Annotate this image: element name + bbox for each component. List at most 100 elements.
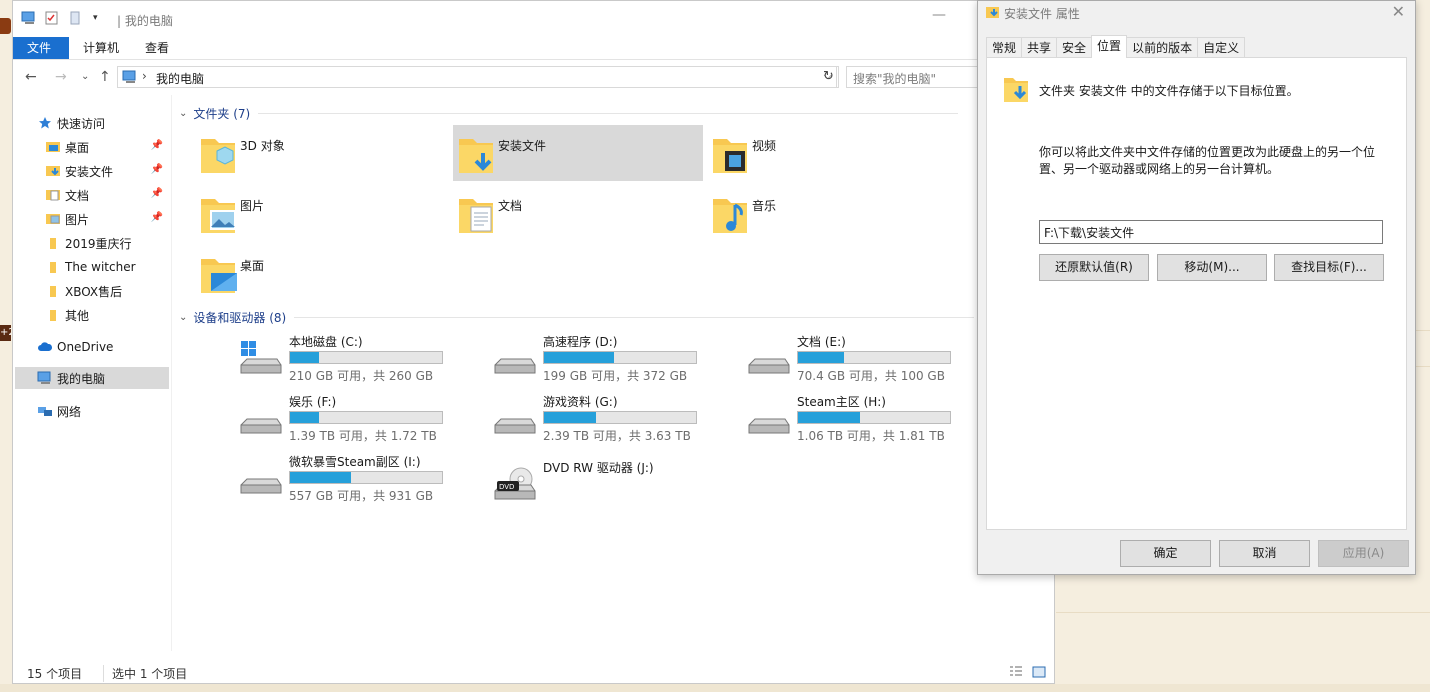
- drive-usage-bar: [797, 411, 951, 424]
- tab-security[interactable]: 安全: [1056, 37, 1093, 58]
- group-header-drives[interactable]: ⌄ 设备和驱动器 (8): [179, 309, 975, 326]
- sidebar-item-other[interactable]: 其他: [15, 304, 169, 326]
- drive-d[interactable]: 高速程序 (D:) 199 GB 可用，共 372 GB: [493, 333, 743, 393]
- drive-h[interactable]: Steam主区 (H:) 1.06 TB 可用，共 1.81 TB: [747, 393, 997, 453]
- group-header-folders[interactable]: ⌄ 文件夹 (7): [179, 105, 959, 122]
- drive-usage-bar: [289, 471, 443, 484]
- sidebar-item-documents[interactable]: 文档 📌: [15, 184, 169, 206]
- location-path-input[interactable]: F:\下载\安装文件: [1039, 220, 1383, 244]
- restore-default-button[interactable]: 还原默认值(R): [1039, 254, 1149, 281]
- recent-locations-icon[interactable]: ⌄: [81, 71, 89, 82]
- breadcrumb[interactable]: 我的电脑: [156, 70, 204, 87]
- sidebar-item-desktop[interactable]: 桌面 📌: [15, 136, 169, 158]
- tab-previous-versions[interactable]: 以前的版本: [1126, 37, 1199, 58]
- drive-usage-fill: [544, 412, 596, 423]
- sidebar-item-the-witcher[interactable]: The witcher: [15, 256, 169, 278]
- drive-g[interactable]: 游戏资料 (G:) 2.39 TB 可用，共 3.63 TB: [493, 393, 743, 453]
- ribbon: 文件 计算机 查看: [13, 37, 1054, 60]
- drive-j-dvd[interactable]: DVD DVD RW 驱动器 (J:): [493, 459, 743, 519]
- drive-c[interactable]: 本地磁盘 (C:) 210 GB 可用，共 260 GB: [239, 333, 489, 393]
- close-icon[interactable]: ✕: [1392, 2, 1405, 21]
- star-icon: [37, 115, 53, 131]
- folder-desktop[interactable]: 桌面: [195, 245, 445, 301]
- move-button[interactable]: 移动(M)...: [1157, 254, 1267, 281]
- title-bar[interactable]: ▾ | 我的电脑 —: [13, 1, 1054, 37]
- details-view-icon[interactable]: [1009, 665, 1023, 679]
- properties-icon[interactable]: [45, 11, 59, 25]
- drive-e[interactable]: 文档 (E:) 70.4 GB 可用，共 100 GB: [747, 333, 997, 393]
- download-folder-icon: [1003, 74, 1031, 107]
- folder-documents[interactable]: 文档: [453, 185, 703, 241]
- chevron-down-icon[interactable]: ⌄: [179, 312, 187, 323]
- folder-music[interactable]: 音乐: [707, 185, 957, 241]
- folder-3d-objects[interactable]: 3D 对象: [195, 125, 445, 181]
- apply-button[interactable]: 应用(A): [1318, 540, 1409, 567]
- drive-icon: [493, 341, 537, 384]
- 3d-objects-folder-icon: [199, 131, 239, 178]
- video-folder-icon: [711, 131, 751, 178]
- pc-icon: [122, 70, 138, 87]
- chevron-down-icon[interactable]: ⌄: [179, 108, 187, 119]
- file-explorer-window: ▾ | 我的电脑 — 文件 计算机 查看 ← → ⌄ ↑ › 我的电脑 ⌵ ↻ …: [12, 0, 1055, 684]
- ok-button[interactable]: 确定: [1120, 540, 1211, 567]
- pc-icon: [21, 11, 35, 25]
- drive-icon: [493, 401, 537, 444]
- properties-dialog: 安装文件 属性 ✕ 常规 共享 安全 位置 以前的版本 自定义 文件夹 安装文件…: [977, 0, 1416, 575]
- cancel-button[interactable]: 取消: [1219, 540, 1310, 567]
- minimize-button[interactable]: —: [932, 7, 946, 23]
- customize-toolbar-icon[interactable]: ▾: [93, 13, 98, 23]
- address-bar[interactable]: › 我的电脑 ⌵: [117, 66, 837, 88]
- folder-icon: [45, 235, 61, 251]
- folder-videos[interactable]: 视频: [707, 125, 957, 181]
- find-target-button[interactable]: 查找目标(F)...: [1274, 254, 1384, 281]
- drive-usage-fill: [798, 412, 861, 423]
- drive-usage-fill: [290, 412, 319, 423]
- desktop-app-tab[interactable]: [0, 18, 11, 34]
- tab-sharing[interactable]: 共享: [1021, 37, 1058, 58]
- tab-view[interactable]: 查看: [131, 37, 183, 59]
- download-folder-icon: [986, 5, 1000, 22]
- pin-icon[interactable]: 📌: [151, 140, 163, 151]
- drive-f[interactable]: 娱乐 (F:) 1.39 TB 可用，共 1.72 TB: [239, 393, 489, 453]
- pin-icon[interactable]: 📌: [151, 164, 163, 175]
- sidebar-item-folder-2019[interactable]: 2019重庆行: [15, 232, 169, 254]
- large-icons-view-icon[interactable]: [1032, 665, 1046, 679]
- sidebar-item-quick-access[interactable]: 快速访问: [15, 112, 169, 134]
- pc-icon: [37, 370, 53, 386]
- tab-general[interactable]: 常规: [986, 37, 1023, 58]
- new-folder-icon[interactable]: [69, 11, 83, 25]
- document-folder-icon: [45, 187, 61, 203]
- folder-install-files[interactable]: 安装文件: [453, 125, 703, 181]
- location-description: 你可以将此文件夹中文件存储的位置更改为此硬盘上的另一个位置、另一个驱动器或网络上…: [1039, 145, 1376, 176]
- drive-icon: [239, 401, 283, 444]
- folder-icon: [45, 307, 61, 323]
- forward-arrow-icon[interactable]: →: [55, 69, 67, 85]
- desktop-app-tab-2[interactable]: +2: [0, 325, 11, 341]
- sidebar-item-xbox[interactable]: XBOX售后: [15, 280, 169, 302]
- refresh-icon[interactable]: ↻: [819, 66, 839, 88]
- drive-i[interactable]: 微软暴雪Steam副区 (I:) 557 GB 可用，共 931 GB: [239, 453, 489, 513]
- location-intro: 文件夹 安装文件 中的文件存储于以下目标位置。: [1039, 84, 1299, 98]
- group-divider: [294, 317, 975, 318]
- tab-file[interactable]: 文件: [13, 37, 69, 59]
- tab-location[interactable]: 位置: [1091, 35, 1128, 58]
- folder-pictures[interactable]: 图片: [195, 185, 445, 241]
- folder-icon: [45, 283, 61, 299]
- pin-icon[interactable]: 📌: [151, 188, 163, 199]
- sidebar-item-network[interactable]: 网络: [15, 400, 169, 422]
- pin-icon[interactable]: 📌: [151, 212, 163, 223]
- breadcrumb-separator-icon[interactable]: ›: [142, 69, 147, 83]
- sidebar-item-onedrive[interactable]: OneDrive: [15, 336, 169, 358]
- back-arrow-icon[interactable]: ←: [25, 69, 37, 85]
- quick-access-toolbar: ▾: [21, 11, 98, 25]
- sidebar-item-this-pc[interactable]: 我的电脑: [15, 367, 169, 389]
- sidebar-item-pictures[interactable]: 图片 📌: [15, 208, 169, 230]
- up-arrow-icon[interactable]: ↑: [99, 69, 111, 85]
- item-count: 15 个项目: [27, 667, 83, 681]
- tab-customize[interactable]: 自定义: [1197, 37, 1246, 58]
- tab-computer[interactable]: 计算机: [69, 37, 133, 59]
- navigation-pane: 快速访问 桌面 📌 安装文件 📌 文档 📌 图片 📌 2019重庆行 The w…: [13, 95, 172, 651]
- drive-usage-bar: [543, 351, 697, 364]
- download-folder-icon: [45, 163, 61, 179]
- sidebar-item-install-files[interactable]: 安装文件 📌: [15, 160, 169, 182]
